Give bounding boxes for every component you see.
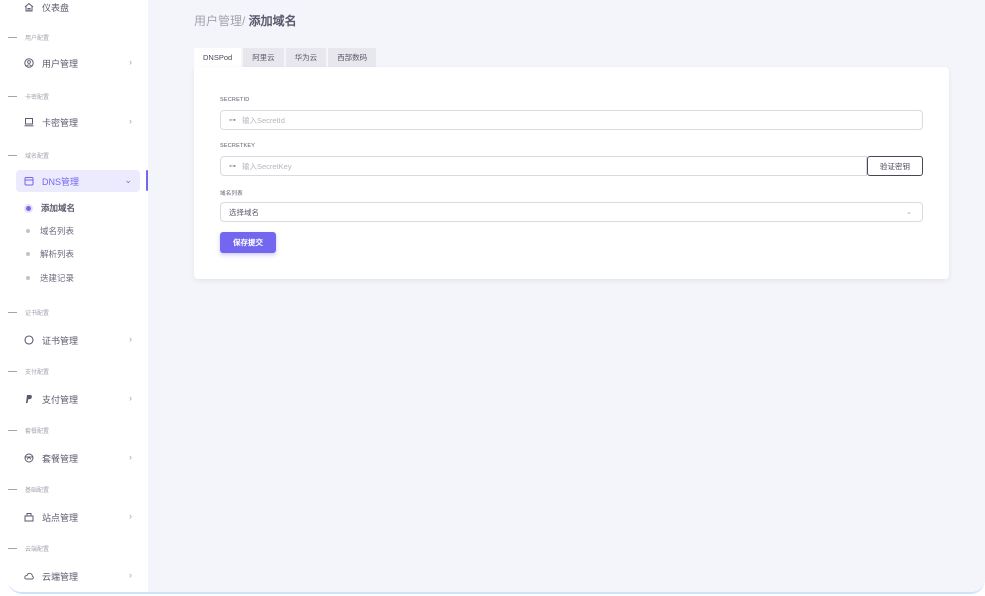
sidebar-item-label: 站点管理: [42, 512, 79, 523]
sidebar-item-dns-management[interactable]: DNS管理 ⌄: [16, 170, 140, 192]
bullet-icon: [26, 276, 30, 280]
section-divider: [8, 429, 17, 431]
chevron-right-icon: ›: [129, 116, 132, 126]
sidebar-item-pay-management[interactable]: 支付管理 ›: [16, 388, 140, 410]
section-label: 云端配置: [25, 546, 50, 553]
circle-icon: [24, 335, 34, 345]
tab-huaweicloud[interactable]: 华为云: [285, 48, 327, 67]
section-package-config: 套餐配置: [8, 424, 140, 436]
section-user-config: 用户配置: [8, 31, 140, 43]
subitem-label: 解析列表: [40, 249, 75, 259]
subitem-label: 添加域名: [41, 203, 76, 213]
paypal-icon: [24, 394, 34, 404]
sidebar-item-dashboard[interactable]: 仪表盘: [16, 0, 140, 18]
sidebar-item-package-management[interactable]: 套餐管理 ›: [16, 447, 140, 469]
chevron-right-icon: ›: [129, 511, 132, 521]
section-divider: [8, 95, 17, 97]
secretkey-label: SECRETKEY: [220, 143, 256, 149]
section-basic-config: 基础配置: [8, 483, 140, 495]
sidebar-item-label: 套餐管理: [42, 453, 79, 464]
section-label: 卡密配置: [25, 94, 50, 101]
breadcrumb-parent[interactable]: 用户管理/: [194, 14, 249, 28]
section-divider: [8, 36, 17, 38]
secretid-input[interactable]: ⊶ 输入SecretId: [220, 110, 923, 130]
breadcrumb-current: 添加域名: [248, 14, 297, 28]
domain-list-label: 域名列表: [220, 191, 243, 197]
app-frame: 仪表盘 用户配置 用户管理 › 卡密配置 卡密管理 › 域名配置 DNS管理 ⌄…: [8, 0, 985, 594]
section-pay-config: 支付配置: [8, 365, 140, 377]
verify-key-button[interactable]: 验证密钥: [867, 156, 923, 176]
sidebar-item-label: 云端管理: [42, 571, 79, 582]
subitem-label: 迭建记录: [40, 273, 75, 283]
section-cert-config: 证书配置: [8, 306, 140, 318]
secretkey-placeholder: 输入SecretKey: [242, 161, 292, 171]
section-divider: [8, 311, 17, 313]
section-divider: [8, 370, 17, 372]
domain-select-value: 选择域名: [229, 207, 259, 217]
secretkey-input[interactable]: ⊶ 输入SecretKey: [220, 156, 867, 176]
section-label: 支付配置: [25, 369, 50, 376]
section-label: 证书配置: [25, 310, 50, 317]
bullet-icon: [26, 252, 30, 256]
sidebar-subitem-add-domain[interactable]: 添加域名: [26, 201, 75, 215]
sidebar-item-user-management[interactable]: 用户管理 ›: [16, 52, 140, 74]
breadcrumb: 用户管理/ 添加域名: [194, 12, 297, 29]
sidebar-item-label: 卡密管理: [42, 117, 79, 128]
section-divider: [8, 547, 17, 549]
sidebar-subitem-domain-list[interactable]: 域名列表: [26, 224, 74, 238]
section-label: 用户配置: [25, 35, 50, 42]
chevron-right-icon: ›: [129, 452, 132, 462]
chevron-right-icon: ›: [129, 57, 132, 67]
section-label: 基础配置: [25, 487, 50, 494]
sidebar: 仪表盘 用户配置 用户管理 › 卡密配置 卡密管理 › 域名配置 DNS管理 ⌄…: [8, 0, 148, 592]
tab-dnspod[interactable]: DNSPod: [194, 48, 242, 67]
section-card-config: 卡密配置: [8, 90, 140, 102]
bullet-icon: [26, 205, 31, 211]
section-divider: [8, 154, 17, 156]
home-icon: [24, 2, 34, 12]
sidebar-item-card-management[interactable]: 卡密管理 ›: [16, 111, 140, 133]
key-icon: ⊶: [229, 117, 236, 124]
printer-icon: [24, 512, 34, 522]
sidebar-item-label: 证书管理: [42, 335, 79, 346]
bullet-icon: [26, 229, 30, 233]
tab-west-digital[interactable]: 西部数码: [328, 48, 377, 67]
package-icon: [24, 453, 34, 463]
key-icon: ⊶: [229, 163, 236, 170]
section-label: 域名配置: [25, 153, 50, 160]
provider-tabs: DNSPod 阿里云 华为云 西部数码: [194, 48, 378, 67]
calendar-icon: [24, 176, 34, 186]
save-submit-button[interactable]: 保存提交: [220, 232, 276, 253]
chevron-down-icon: ⌄: [906, 209, 912, 216]
section-domain-config: 域名配置: [8, 149, 140, 161]
section-cloud-config: 云端配置: [8, 542, 140, 554]
cloud-icon: [24, 571, 34, 581]
secretid-label: SECRETID: [220, 97, 250, 103]
chevron-right-icon: ›: [129, 570, 132, 580]
sidebar-item-label: 用户管理: [42, 58, 79, 69]
sidebar-item-label: 仪表盘: [42, 2, 70, 13]
domain-select[interactable]: 选择域名 ⌄: [220, 202, 923, 222]
section-divider: [8, 488, 17, 490]
sidebar-item-label: DNS管理: [42, 176, 80, 187]
sidebar-item-label: 支付管理: [42, 394, 79, 405]
section-label: 套餐配置: [25, 428, 50, 435]
dns-form-card: SECRETID ⊶ 输入SecretId SECRETKEY ⊶ 输入Secr…: [194, 67, 949, 279]
main-content: 用户管理/ 添加域名 DNSPod 阿里云 华为云 西部数码 SECRETID …: [148, 0, 985, 592]
secretid-placeholder: 输入SecretId: [242, 115, 285, 125]
sidebar-subitem-resolve-list[interactable]: 解析列表: [26, 247, 74, 261]
tab-aliyun[interactable]: 阿里云: [243, 48, 284, 67]
chevron-right-icon: ›: [129, 334, 132, 344]
sidebar-item-cloud-management[interactable]: 云端管理 ›: [16, 565, 140, 587]
chevron-down-icon: ⌄: [124, 175, 132, 185]
laptop-icon: [24, 117, 34, 127]
chevron-right-icon: ›: [129, 393, 132, 403]
sidebar-item-cert-management[interactable]: 证书管理 ›: [16, 329, 140, 351]
user-circle-icon: [24, 58, 34, 68]
sidebar-subitem-build-records[interactable]: 迭建记录: [26, 271, 74, 285]
sidebar-item-site-management[interactable]: 站点管理 ›: [16, 506, 140, 528]
subitem-label: 域名列表: [40, 226, 75, 236]
